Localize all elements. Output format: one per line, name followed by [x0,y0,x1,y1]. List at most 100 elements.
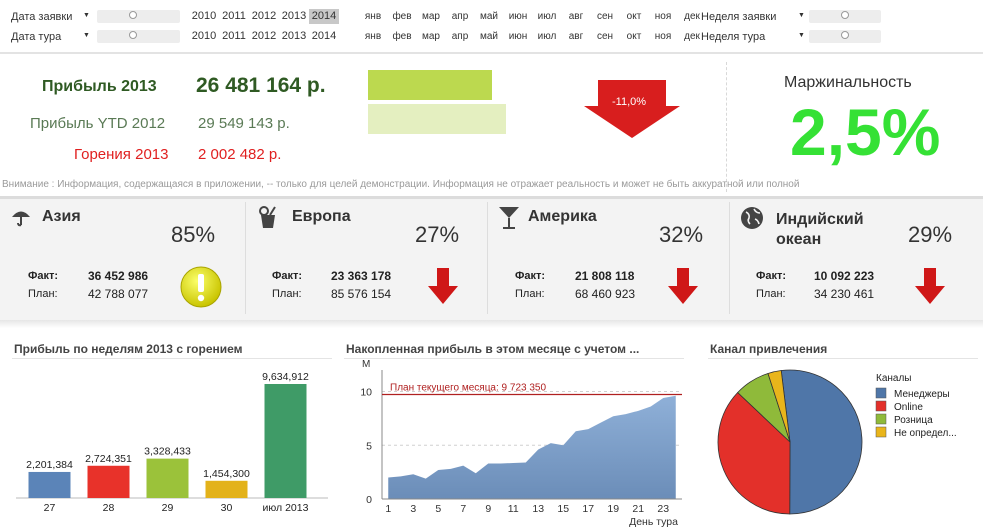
year-option[interactable]: 2012 [249,29,279,44]
x-tick-label: 13 [532,503,544,515]
month-option[interactable]: мар [418,9,444,24]
fact-value-america: 21 808 118 [575,269,635,283]
month-option[interactable]: авг [563,29,589,44]
profit-label: Прибыль 2013 [42,78,157,95]
filter-label-tour-date: Дата тура [11,31,62,43]
x-tick-label: 19 [607,503,619,515]
order-date-slider[interactable] [97,10,180,23]
month-option[interactable]: янв [360,9,386,24]
month-option[interactable]: июн [505,9,531,24]
month-option[interactable]: фев [389,29,415,44]
year-option[interactable]: 2012 [249,9,279,24]
month-option[interactable]: апр [447,29,473,44]
fact-value-europe: 23 363 178 [331,269,392,283]
month-option[interactable]: авг [563,9,589,24]
filter-divider [0,52,983,54]
month-option[interactable]: сен [592,29,618,44]
legend-label: Розница [894,415,933,426]
fact-label: Факт: [756,270,787,282]
region-pct-europe: 27% [415,222,460,247]
burn-value: 2 002 482 р. [198,146,282,163]
year-option[interactable]: 2013 [279,9,309,24]
tour-year-list: 2010 2011 2012 2013 2014 [189,29,339,44]
month-option[interactable]: янв [360,29,386,44]
filter-label-tour-week: Неделя тура [701,31,766,43]
plan-value-america: 68 460 923 [575,287,636,301]
region-name-line2: океан [776,231,822,248]
month-option[interactable]: фев [389,9,415,24]
year-option[interactable]: 2010 [189,9,219,24]
ytd-bar [368,104,506,134]
cocktail-icon [499,207,519,229]
plan-label: План: [272,288,302,300]
month-option[interactable]: июн [505,29,531,44]
month-option[interactable]: сен [592,9,618,24]
year-option[interactable]: 2010 [189,29,219,44]
margin-label: Маржинальность [784,74,912,91]
x-tick-label: 15 [557,503,569,515]
year-option[interactable]: 2013 [279,29,309,44]
region-name-indian-ocean: Индийский океан [776,210,864,250]
regions-panel: Азия 85% Факт: 36 452 986 План: 42 788 0… [0,196,983,320]
legend-label: Менеджеры [894,389,950,400]
bar [264,384,307,498]
month-option[interactable]: ноя [650,29,676,44]
regions-bottom-shadow [0,320,983,328]
bar-value-label: 3,328,433 [144,446,191,458]
plan-label: План: [515,288,545,300]
year-option[interactable]: 2011 [219,29,249,44]
bar-value-label: 2,724,351 [85,453,132,465]
channel-pie-chart[interactable]: Каналы Менеджеры Online Розница Не определ..… [708,362,980,522]
month-option[interactable]: мар [418,29,444,44]
x-tick-label: 9 [485,503,491,515]
ytd-value: 29 549 143 р. [198,115,290,132]
order-date-dropdown-icon[interactable]: ▼ [83,12,90,19]
bar [205,480,248,498]
bar [28,471,71,498]
month-option[interactable]: окт [621,9,647,24]
down-arrow-icon [428,268,458,304]
plan-label: План: [756,288,786,300]
month-option[interactable]: окт [621,29,647,44]
order-week-slider[interactable] [809,10,881,23]
region-name-asia: Азия [42,208,81,225]
year-option-selected[interactable]: 2014 [309,9,339,24]
year-option[interactable]: 2011 [219,9,249,24]
tour-date-slider[interactable] [97,30,180,43]
bar-value-label: 2,201,384 [26,459,73,471]
bar [146,458,189,498]
legend-label: Online [894,402,923,413]
cumulative-chart-title: Накопленная прибыль в этом месяце с учет… [346,342,640,356]
month-option[interactable]: июл [534,29,560,44]
month-option[interactable]: ноя [650,9,676,24]
x-tick-label: 1 [385,503,391,515]
region-pct-america: 32% [659,222,704,247]
x-tick-label: 11 [508,503,519,515]
order-year-list: 2010 2011 2012 2013 2014 [189,9,339,24]
bar-value-label: 9,634,912 [262,371,309,383]
tour-week-dropdown-icon[interactable]: ▼ [798,32,805,39]
year-option[interactable]: 2014 [309,29,339,44]
x-axis-label: День тура [629,516,678,528]
order-week-dropdown-icon[interactable]: ▼ [798,12,805,19]
weekly-chart-title: Прибыль по неделям 2013 с горением [14,342,243,356]
order-month-list: янв фев мар апр май июн июл авг сен окт … [360,9,705,24]
profit-bar [368,70,492,100]
cumulative-area-chart[interactable]: М0510 План текущего месяца: 9 723 3501 3 5 7… [344,356,688,528]
x-tick-label: 23 [657,503,669,515]
month-option[interactable]: июл [534,9,560,24]
down-arrow-icon [668,268,698,304]
weekly-bar-chart[interactable]: 2,201,384 27 2,724,351 28 3,328,433 29 1,454,3… [12,362,332,526]
tour-week-slider[interactable] [809,30,881,43]
x-tick-label: 29 [162,502,174,514]
y-axis-label: М [362,359,370,370]
drink-icon [259,206,276,228]
month-option[interactable]: май [476,29,502,44]
y-tick-label: 5 [366,440,372,452]
kpi-divider [726,62,727,192]
month-option[interactable]: май [476,9,502,24]
region-pct-indian-ocean: 29% [908,222,953,247]
tour-date-dropdown-icon[interactable]: ▼ [83,32,90,39]
x-tick-label: 3 [410,503,416,515]
month-option[interactable]: апр [447,9,473,24]
